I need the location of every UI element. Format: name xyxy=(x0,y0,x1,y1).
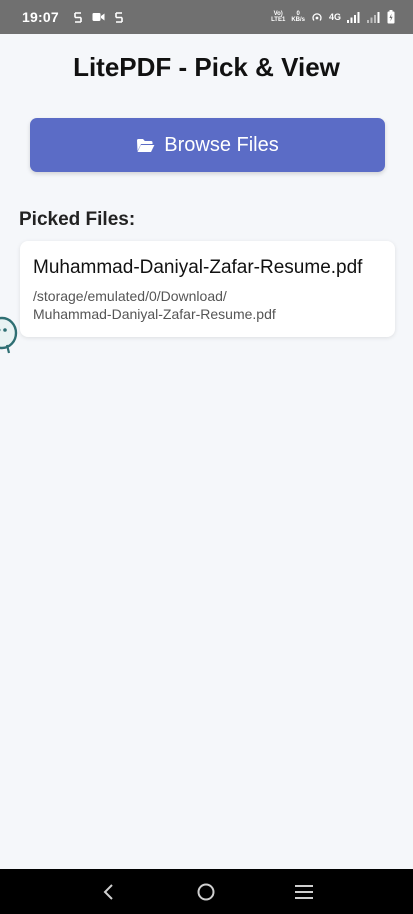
sync-icon xyxy=(115,11,123,23)
page-title: LitePDF - Pick & View xyxy=(73,52,340,82)
file-name: Muhammad-Daniyal-Zafar-Resume.pdf xyxy=(33,257,363,278)
signal-icon xyxy=(347,11,360,23)
status-bar: 19:07 Vo) LTE1 0 KB/s 4G xyxy=(0,0,413,34)
back-icon xyxy=(103,883,113,900)
app-screen: 19:07 Vo) LTE1 0 KB/s 4G LitePDF - Pick … xyxy=(0,0,413,914)
home-icon xyxy=(197,883,215,900)
volte-indicator: Vo) LTE1 xyxy=(271,11,286,23)
notification-icons xyxy=(73,11,124,24)
picked-files-title: Picked Files: xyxy=(19,209,136,230)
status-time: 19:07 xyxy=(22,9,59,25)
network-type: 4G xyxy=(328,12,341,22)
hotspot-icon xyxy=(312,13,322,21)
video-camera-icon xyxy=(92,13,105,21)
file-path: /storage/emulated/0/Download/ Muhammad-D… xyxy=(33,287,382,323)
nav-back-button[interactable] xyxy=(94,877,124,907)
browse-files-button[interactable]: Browse Files xyxy=(30,118,385,172)
signal-icon xyxy=(367,11,380,23)
nav-recents-button[interactable] xyxy=(289,877,319,907)
system-nav-bar xyxy=(0,869,413,914)
browse-files-label: Browse Files xyxy=(164,133,279,156)
file-list-item[interactable]: Muhammad-Daniyal-Zafar-Resume.pdf /stora… xyxy=(20,241,395,337)
menu-icon xyxy=(295,884,314,899)
battery-charging-icon xyxy=(387,10,395,24)
network-speed: 0 KB/s xyxy=(291,11,305,23)
sync-icon xyxy=(74,11,82,23)
folder-open-icon xyxy=(137,138,155,152)
system-indicators: Vo) LTE1 0 KB/s 4G xyxy=(271,10,395,24)
nav-home-button[interactable] xyxy=(191,877,221,907)
file-path-text: /storage/emulated/0/Download/ Muhammad-D… xyxy=(33,288,276,322)
floating-assistant-icon[interactable] xyxy=(0,315,18,355)
